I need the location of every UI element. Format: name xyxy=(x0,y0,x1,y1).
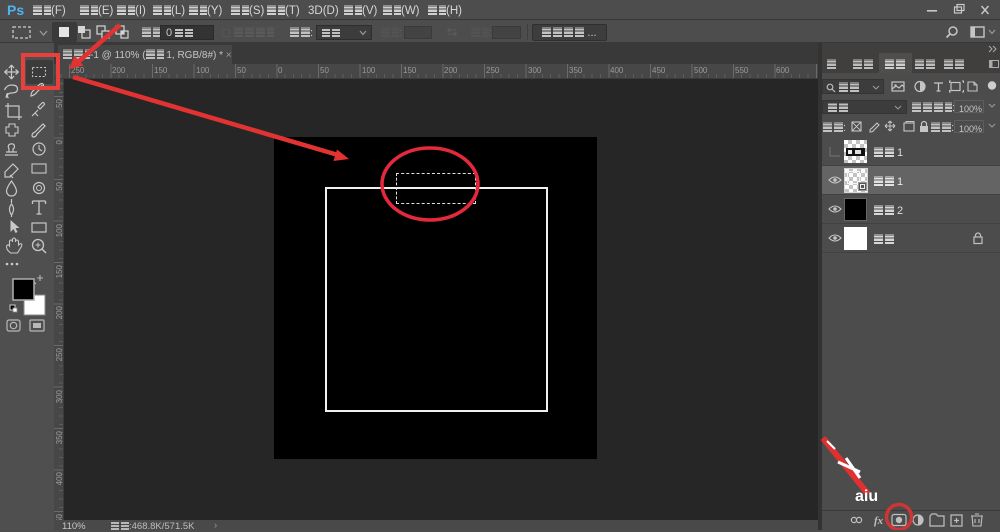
svg-text:fx: fx xyxy=(874,515,884,527)
